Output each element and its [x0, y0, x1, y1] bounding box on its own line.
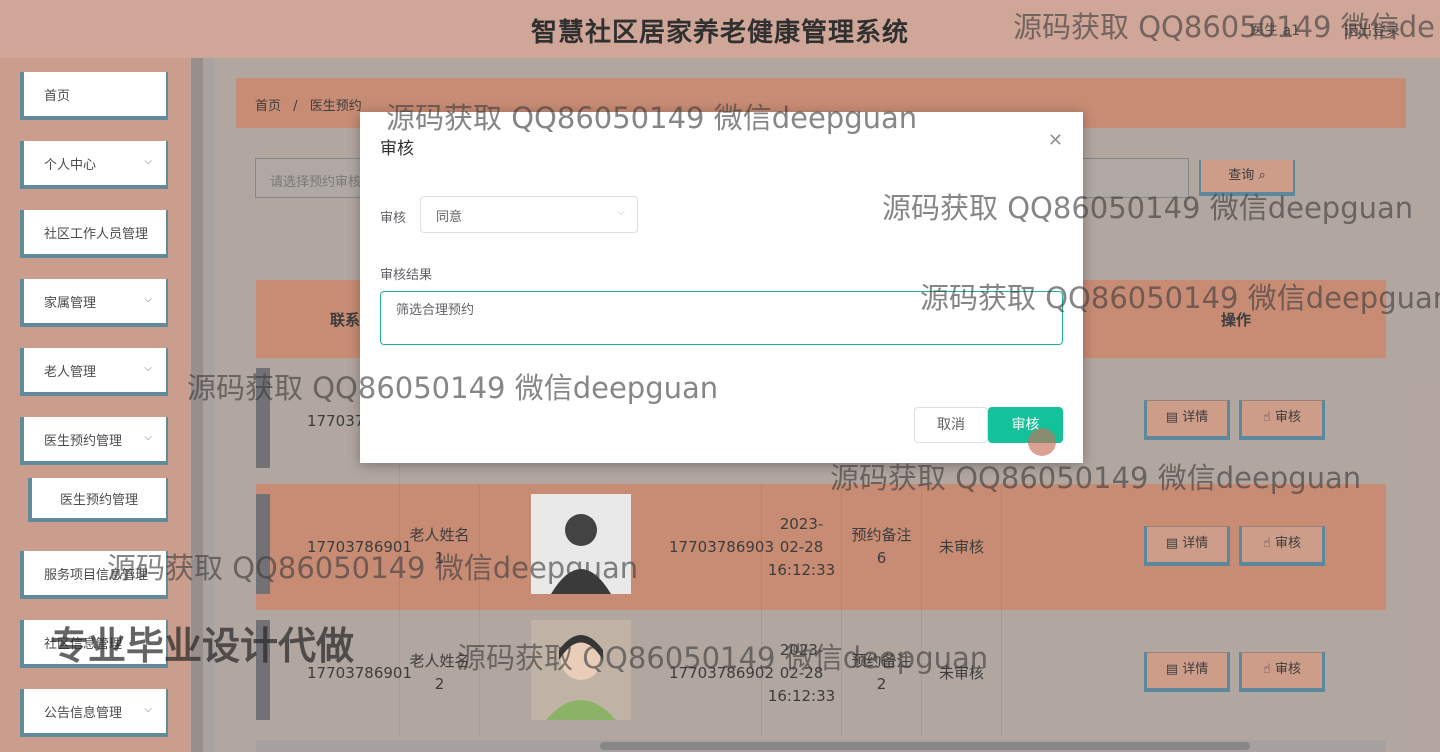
close-icon[interactable]: ✕	[1048, 130, 1063, 151]
audit-select[interactable]: 同意 ⌵	[420, 196, 638, 233]
watermark-text: 源码获取 QQ86050149 微信deepguan	[920, 281, 1440, 315]
watermark-text: 源码获取 QQ86050149 微信deepguan	[457, 641, 989, 675]
watermark-text: 源码获取 QQ86050149 微信deepguan	[386, 101, 918, 135]
pointer-cursor-icon	[1028, 428, 1056, 456]
watermark-text: 源码获取 QQ86050149 微信deepguan	[882, 191, 1414, 225]
audit-select-value: 同意	[436, 210, 463, 225]
audit-result-label: 审核结果	[380, 268, 433, 283]
watermark-banner: 专业毕业设计代做	[50, 624, 355, 668]
watermark-text: 源码获取 QQ86050149 微信deepguan	[107, 551, 639, 585]
chevron-down-icon: ⌵	[616, 205, 625, 218]
audit-label: 审核	[380, 211, 407, 226]
watermark-text: 源码获取 QQ86050149 微信deepguan	[187, 371, 719, 405]
watermark-text: 源码获取 QQ86050149 微信de	[1013, 10, 1435, 44]
dialog-title: 审核	[380, 139, 414, 159]
cancel-button[interactable]: 取消	[914, 407, 988, 443]
watermark-text: 源码获取 QQ86050149 微信deepguan	[830, 461, 1362, 495]
